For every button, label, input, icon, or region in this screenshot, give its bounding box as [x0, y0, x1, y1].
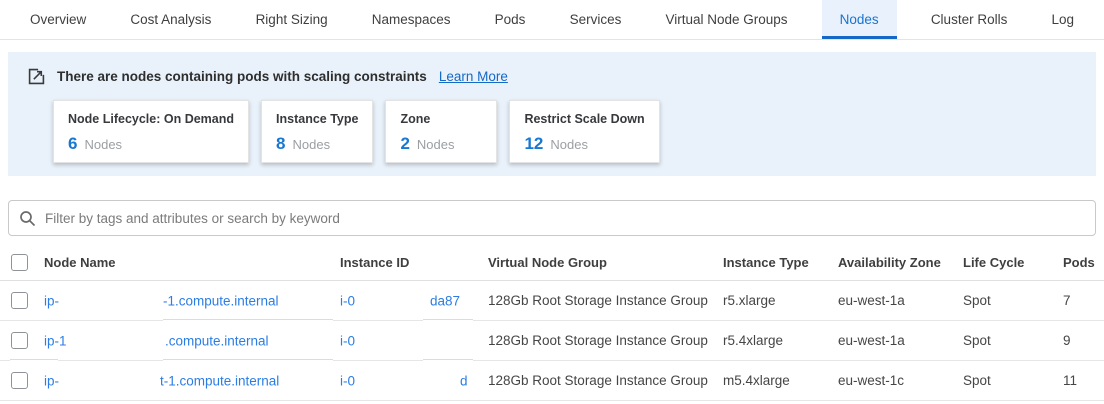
instance-id-link[interactable]: i-0	[340, 373, 355, 388]
card-node-lifecycle[interactable]: Node Lifecycle: On Demand 6 Nodes	[53, 100, 249, 163]
card-count: 2	[400, 134, 409, 154]
col-life-cycle: Life Cycle	[963, 255, 1063, 270]
instance-id-link[interactable]: i-0	[340, 333, 355, 348]
instance-type-cell: r5.xlarge	[723, 293, 838, 308]
card-restrict-scale-down[interactable]: Restrict Scale Down 12 Nodes	[509, 100, 659, 163]
redaction-box	[423, 359, 473, 365]
availability-zone-cell: eu-west-1c	[838, 373, 963, 388]
card-title: Restrict Scale Down	[524, 112, 644, 126]
card-unit: Nodes	[292, 137, 330, 152]
virtual-node-group-cell: 128Gb Root Storage Instance Group	[488, 373, 723, 388]
card-count: 6	[68, 134, 77, 154]
card-instance-type[interactable]: Instance Type 8 Nodes	[261, 100, 373, 163]
scaling-constraints-banner: There are nodes containing pods with sca…	[8, 52, 1096, 176]
col-virtual-node-group: Virtual Node Group	[488, 255, 723, 270]
card-unit: Nodes	[84, 137, 122, 152]
nodes-page: Overview Cost Analysis Right Sizing Name…	[0, 0, 1104, 404]
tab-right-sizing[interactable]: Right Sizing	[246, 0, 338, 39]
col-availability-zone: Availability Zone	[838, 255, 963, 270]
col-instance-id: Instance ID	[340, 255, 488, 270]
scale-up-icon	[28, 68, 45, 85]
redaction-box	[10, 359, 58, 365]
search-input[interactable]	[45, 211, 1085, 226]
card-count: 8	[276, 134, 285, 154]
tab-nodes[interactable]: Nodes	[822, 0, 897, 39]
tab-log[interactable]: Log	[1041, 0, 1084, 39]
col-pods: Pods	[1063, 255, 1104, 270]
card-title: Instance Type	[276, 112, 358, 126]
nodes-table: Node Name Instance ID Virtual Node Group…	[0, 245, 1104, 401]
life-cycle-cell: Spot	[963, 373, 1063, 388]
node-name-link[interactable]: -1.compute.internal	[163, 293, 279, 308]
row-checkbox[interactable]	[11, 332, 28, 349]
col-instance-type: Instance Type	[723, 255, 838, 270]
node-name-link[interactable]: ip-	[44, 373, 59, 388]
tab-overview[interactable]: Overview	[20, 0, 96, 39]
instance-id-link[interactable]: da87	[430, 293, 460, 308]
life-cycle-cell: Spot	[963, 293, 1063, 308]
tab-bar: Overview Cost Analysis Right Sizing Name…	[0, 0, 1104, 40]
row-checkbox[interactable]	[11, 372, 28, 389]
card-unit: Nodes	[417, 137, 455, 152]
table-row[interactable]: ip- t-1.compute.internal i-0 d 128Gb Roo…	[0, 361, 1104, 401]
tab-cluster-rolls[interactable]: Cluster Rolls	[921, 0, 1018, 39]
tab-virtual-node-groups[interactable]: Virtual Node Groups	[655, 0, 797, 39]
pods-cell: 7	[1063, 293, 1104, 308]
availability-zone-cell: eu-west-1a	[838, 333, 963, 348]
redaction-box	[163, 319, 333, 325]
virtual-node-group-cell: 128Gb Root Storage Instance Group	[488, 293, 723, 308]
card-zone[interactable]: Zone 2 Nodes	[385, 100, 497, 163]
col-node-name: Node Name	[44, 255, 340, 270]
table-header: Node Name Instance ID Virtual Node Group…	[0, 245, 1104, 281]
tab-pods[interactable]: Pods	[485, 0, 536, 39]
tab-cost-analysis[interactable]: Cost Analysis	[120, 0, 221, 39]
table-row[interactable]: ip-1 .compute.internal i-0 128Gb Root St…	[0, 321, 1104, 361]
select-all-checkbox[interactable]	[11, 254, 28, 271]
node-name-link[interactable]: .compute.internal	[165, 333, 269, 348]
instance-type-cell: r5.4xlarge	[723, 333, 838, 348]
constraint-cards: Node Lifecycle: On Demand 6 Nodes Instan…	[53, 100, 1096, 163]
instance-id-link[interactable]: i-0	[340, 293, 355, 308]
node-name-link[interactable]: t-1.compute.internal	[160, 373, 279, 388]
search-icon	[19, 210, 36, 227]
pods-cell: 11	[1063, 373, 1104, 388]
pods-cell: 9	[1063, 333, 1104, 348]
instance-id-link[interactable]: d	[460, 373, 468, 388]
learn-more-link[interactable]: Learn More	[439, 69, 508, 84]
card-unit: Nodes	[550, 137, 588, 152]
virtual-node-group-cell: 128Gb Root Storage Instance Group	[488, 333, 723, 348]
table-row[interactable]: ip- -1.compute.internal i-0 da87 128Gb R…	[0, 281, 1104, 321]
tab-services[interactable]: Services	[560, 0, 632, 39]
redaction-box	[423, 319, 473, 325]
node-name-link[interactable]: ip-1	[44, 333, 67, 348]
card-count: 12	[524, 134, 543, 154]
card-title: Node Lifecycle: On Demand	[68, 112, 234, 126]
row-checkbox[interactable]	[11, 292, 28, 309]
banner-message: There are nodes containing pods with sca…	[57, 69, 427, 84]
redaction-box	[163, 359, 333, 365]
life-cycle-cell: Spot	[963, 333, 1063, 348]
node-name-link[interactable]: ip-	[44, 293, 59, 308]
banner-message-row: There are nodes containing pods with sca…	[8, 52, 1096, 85]
card-title: Zone	[400, 112, 482, 126]
filter-search-bar	[8, 200, 1096, 236]
tab-namespaces[interactable]: Namespaces	[362, 0, 461, 39]
instance-type-cell: m5.4xlarge	[723, 373, 838, 388]
availability-zone-cell: eu-west-1a	[838, 293, 963, 308]
